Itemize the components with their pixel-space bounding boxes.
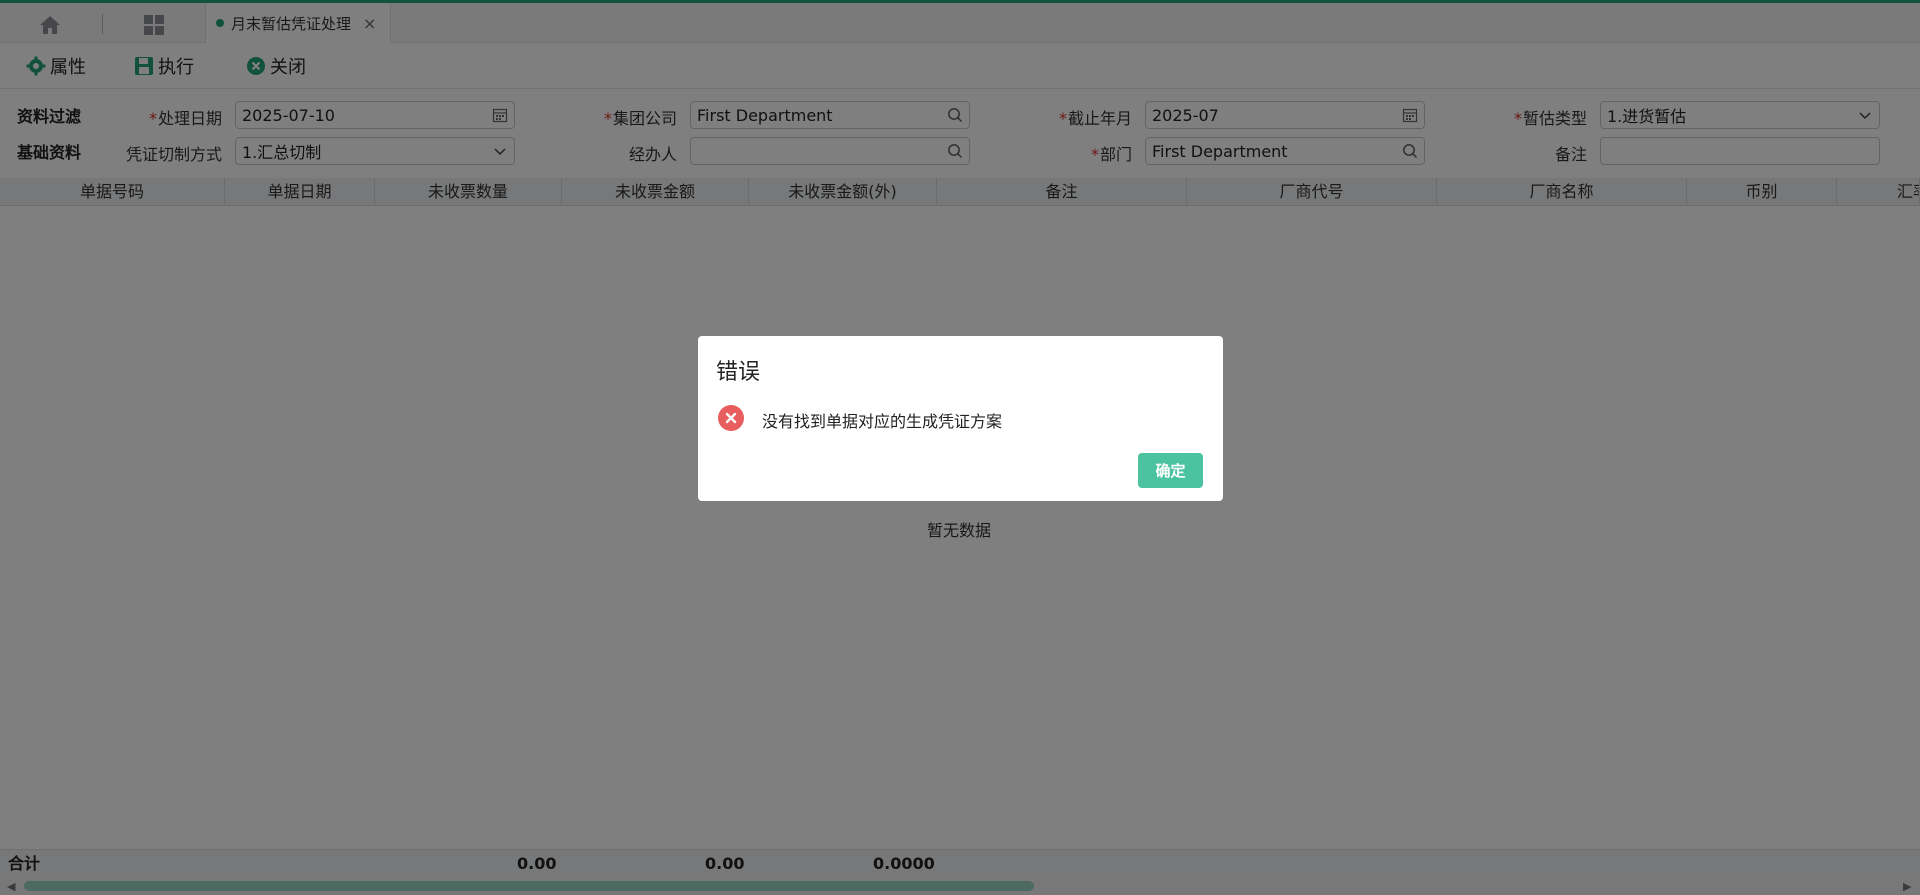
ok-button[interactable]: 确定 [1138, 453, 1203, 488]
error-dialog: 错误 没有找到单据对应的生成凭证方案 确定 [698, 336, 1223, 501]
error-icon [718, 405, 744, 431]
app-root: 月末暂估凭证处理 × 属性 执行 关闭 [0, 0, 1920, 895]
dialog-message: 没有找到单据对应的生成凭证方案 [762, 412, 1003, 431]
dialog-title: 错误 [716, 360, 761, 385]
